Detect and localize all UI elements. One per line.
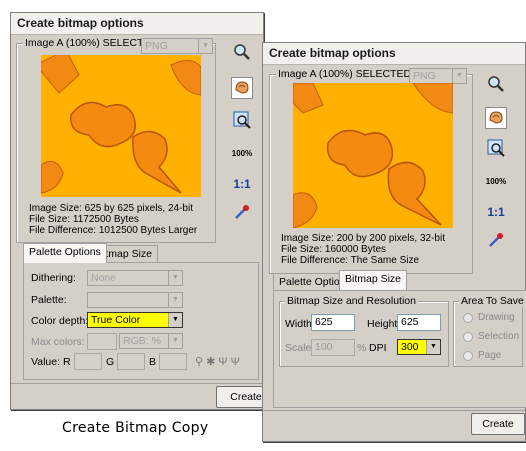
percent-label: % [357, 342, 367, 354]
selection-label: Selection [478, 331, 520, 342]
divider [263, 410, 525, 411]
file-difference-info: File Difference: The Same Size [281, 255, 420, 266]
create-bitmap-dialog-front: Create bitmap options Image A (100%) SEL… [262, 42, 526, 442]
page-label: Page [478, 350, 502, 361]
value-label: Value: [31, 356, 60, 368]
g-field[interactable] [117, 353, 145, 370]
width-label: Width [285, 318, 312, 330]
zoom-100-icon[interactable]: 100% [231, 143, 253, 165]
zoom-icon[interactable] [485, 75, 507, 97]
chevron-down-icon: ▼ [168, 334, 182, 348]
tab-bitmap-size[interactable]: Bitmap Size [339, 270, 408, 290]
zoom-selection-icon[interactable] [231, 111, 253, 133]
actual-size-icon[interactable]: 1:1 [231, 173, 253, 195]
chevron-down-icon: ▼ [168, 293, 182, 307]
chevron-down-icon: ▼ [168, 271, 182, 285]
actual-size-icon[interactable]: 1:1 [485, 201, 507, 223]
b-label: B [149, 356, 157, 368]
image-size-info: Image Size: 625 by 625 pixels, 24-bit [29, 203, 193, 214]
drawing-label: Drawing [478, 312, 515, 323]
dialog-title: Create bitmap options [263, 43, 525, 65]
bitmap-preview [41, 55, 201, 197]
file-difference-info: File Difference: 1012500 Bytes Larger [29, 225, 198, 236]
divider [11, 383, 263, 384]
dialog-title: Create bitmap options [11, 13, 263, 35]
width-field[interactable]: 625 [311, 314, 355, 331]
chevron-down-icon: ▼ [426, 340, 440, 354]
eyedropper-icon[interactable] [231, 203, 253, 225]
scale-label: Scale [285, 342, 312, 354]
color-depth-label: Color depth: [31, 315, 89, 327]
file-size-info: File Size: 1172500 Bytes [29, 214, 139, 225]
selection-radio[interactable] [463, 332, 473, 342]
push-tool-icon[interactable] [485, 107, 507, 129]
dpi-select[interactable]: 300 ▼ [397, 339, 441, 355]
preview-label: Image A (100%) SELECTED [23, 37, 161, 49]
dpi-label: DPI [369, 342, 387, 354]
scale-field[interactable]: 100 [311, 339, 355, 356]
r-label: R [63, 356, 71, 368]
caption: Create Bitmap Copy [62, 420, 209, 436]
rgb-select[interactable]: RGB: % ▼ [119, 333, 183, 349]
area-to-save-label: Area To Save [459, 295, 526, 307]
palette-select[interactable]: ▼ [87, 292, 183, 308]
size-resolution-label: Bitmap Size and Resolution [285, 295, 418, 307]
preview-label: Image A (100%) SELECTED [276, 68, 414, 80]
drawing-radio[interactable] [463, 313, 473, 323]
create-button[interactable]: Create [471, 413, 525, 435]
format-select[interactable]: PNG ▼ [141, 38, 213, 54]
g-label: G [106, 356, 115, 368]
r-field[interactable] [74, 353, 102, 370]
tab-palette-options[interactable]: Palette Options [23, 243, 107, 263]
size-resolution-group [279, 301, 449, 367]
file-size-info: File Size: 160000 Bytes [281, 244, 387, 255]
push-tool-icon[interactable] [231, 77, 253, 99]
max-colors-field[interactable] [87, 333, 117, 350]
image-size-info: Image Size: 200 by 200 pixels, 32-bit [281, 233, 445, 244]
format-select[interactable]: PNG ▼ [409, 68, 467, 84]
zoom-icon[interactable] [231, 43, 253, 65]
b-field[interactable] [159, 353, 187, 370]
zoom-100-icon[interactable]: 100% [485, 171, 507, 193]
height-field[interactable]: 625 [397, 314, 441, 331]
eyedropper-icon[interactable] [485, 231, 507, 253]
palette-label: Palette: [31, 294, 67, 306]
color-depth-select[interactable]: True Color ▼ [87, 312, 183, 328]
zoom-selection-icon[interactable] [485, 139, 507, 161]
page-radio[interactable] [463, 351, 473, 361]
chevron-down-icon: ▼ [168, 313, 182, 327]
create-bitmap-dialog-back: Create bitmap options Image A (100%) SEL… [10, 12, 276, 410]
height-label: Height [367, 318, 398, 330]
chevron-down-icon: ▼ [452, 69, 466, 83]
max-colors-label: Max colors: [31, 336, 85, 348]
color-tools-icon[interactable]: ⚲ ✱ Ψ Ψ [195, 355, 257, 371]
chevron-down-icon: ▼ [198, 39, 212, 53]
bitmap-preview [293, 83, 453, 228]
dithering-select[interactable]: None ▼ [87, 270, 183, 286]
dithering-label: Dithering: [31, 272, 76, 284]
